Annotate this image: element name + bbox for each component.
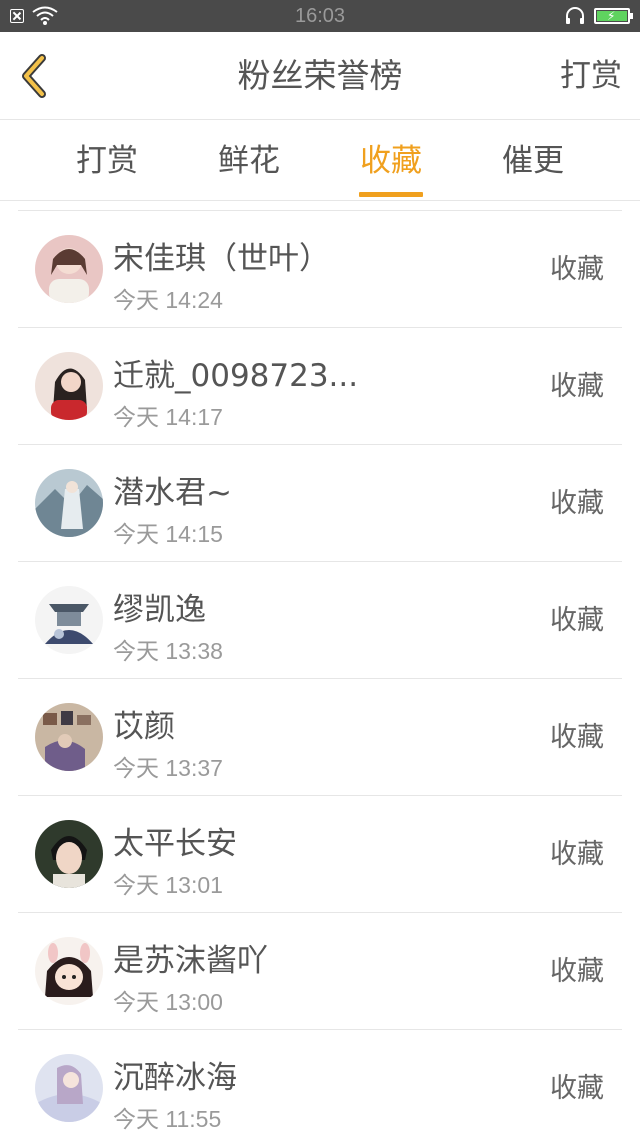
- user-name: 缪凯逸: [113, 592, 206, 628]
- user-name: 太平长安: [113, 826, 237, 862]
- action-label: 收藏: [550, 839, 604, 870]
- avatar[interactable]: [35, 1054, 103, 1122]
- list-item[interactable]: 迁就_0098723... 今天 14:17 收藏: [18, 328, 622, 445]
- user-name: 宋佳琪（世叶）: [113, 241, 330, 277]
- action-label: 收藏: [550, 254, 604, 285]
- action-label: 收藏: [550, 956, 604, 987]
- timestamp: 今天 14:17: [113, 404, 223, 430]
- action-label: 收藏: [550, 722, 604, 753]
- list-item[interactable]: 是苏沫酱吖 今天 13:00 收藏: [18, 913, 622, 1030]
- timestamp: 今天 14:24: [113, 287, 223, 313]
- tab-label: 催更: [502, 143, 564, 179]
- battery-charging-icon: ⚡: [594, 8, 633, 24]
- user-name: 沉醉冰海: [113, 1060, 237, 1096]
- tip-button[interactable]: 打赏: [560, 32, 622, 120]
- timestamp: 今天 14:15: [113, 521, 223, 547]
- action-label: 收藏: [550, 1073, 604, 1104]
- list-item[interactable]: 缪凯逸 今天 13:38 收藏: [18, 562, 622, 679]
- avatar[interactable]: [35, 820, 103, 888]
- tab-label: 收藏: [360, 143, 422, 179]
- tab-bar: 打赏 鲜花 收藏 催更: [0, 121, 640, 201]
- tab-label: 打赏: [76, 143, 138, 179]
- action-label: 收藏: [550, 371, 604, 402]
- page-title: 粉丝荣誉榜: [237, 56, 403, 95]
- avatar[interactable]: [35, 586, 103, 654]
- status-time: 16:03: [294, 5, 346, 27]
- action-label: 收藏: [550, 488, 604, 519]
- timestamp: 今天 13:00: [113, 989, 223, 1015]
- headset-icon: [566, 7, 584, 24]
- user-name: 潜水君~: [113, 475, 232, 511]
- list-item[interactable]: 苡颜 今天 13:37 收藏: [18, 679, 622, 796]
- avatar[interactable]: [35, 352, 103, 420]
- action-label: 收藏: [550, 605, 604, 636]
- list-item[interactable]: 宋佳琪（世叶） 今天 14:24 收藏: [18, 211, 622, 328]
- back-arrow-icon[interactable]: [12, 52, 60, 100]
- timestamp: 今天 11:55: [113, 1106, 222, 1132]
- timestamp: 今天 13:38: [113, 638, 223, 664]
- timestamp: 今天 13:01: [113, 872, 223, 898]
- tab-label: 鲜花: [218, 143, 280, 179]
- status-bar: 16:03 ⚡: [0, 0, 640, 32]
- fan-list: 宋佳琪（世叶） 今天 14:24 收藏 迁就_0098723... 今天 14:…: [18, 210, 622, 1138]
- tab-flowers[interactable]: 鲜花: [179, 121, 319, 201]
- user-name: 苡颜: [113, 709, 175, 745]
- list-item[interactable]: 潜水君~ 今天 14:15 收藏: [18, 445, 622, 562]
- timestamp: 今天 13:37: [113, 755, 223, 781]
- tab-urge-update[interactable]: 催更: [463, 121, 603, 201]
- avatar[interactable]: [35, 235, 103, 303]
- list-item[interactable]: 沉醉冰海 今天 11:55 收藏: [18, 1030, 622, 1138]
- user-name: 迁就_0098723...: [113, 358, 359, 394]
- list-item[interactable]: 太平长安 今天 13:01 收藏: [18, 796, 622, 913]
- tab-favorites[interactable]: 收藏: [321, 121, 461, 201]
- active-tab-indicator: [359, 192, 423, 197]
- avatar[interactable]: [35, 937, 103, 1005]
- header-bar: 粉丝荣誉榜 打赏: [0, 32, 640, 120]
- user-name: 是苏沫酱吖: [113, 943, 268, 979]
- avatar[interactable]: [35, 469, 103, 537]
- tab-tip[interactable]: 打赏: [37, 121, 177, 201]
- avatar[interactable]: [35, 703, 103, 771]
